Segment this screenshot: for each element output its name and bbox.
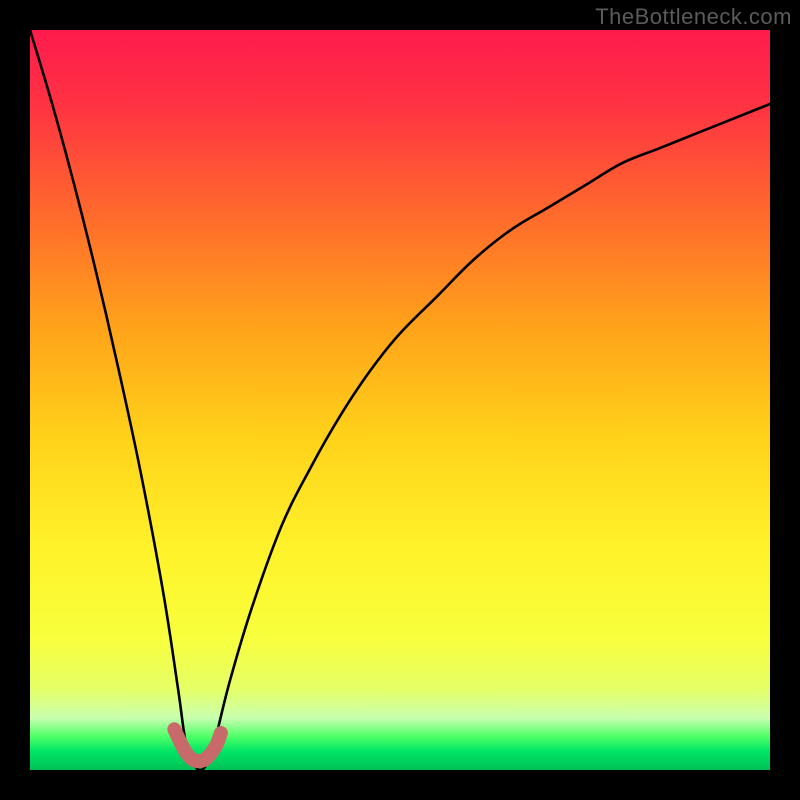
gradient-background xyxy=(30,30,770,770)
watermark-text: TheBottleneck.com xyxy=(595,4,792,30)
chart-svg xyxy=(30,30,770,770)
chart-frame: TheBottleneck.com xyxy=(0,0,800,800)
plot-area xyxy=(30,30,770,770)
